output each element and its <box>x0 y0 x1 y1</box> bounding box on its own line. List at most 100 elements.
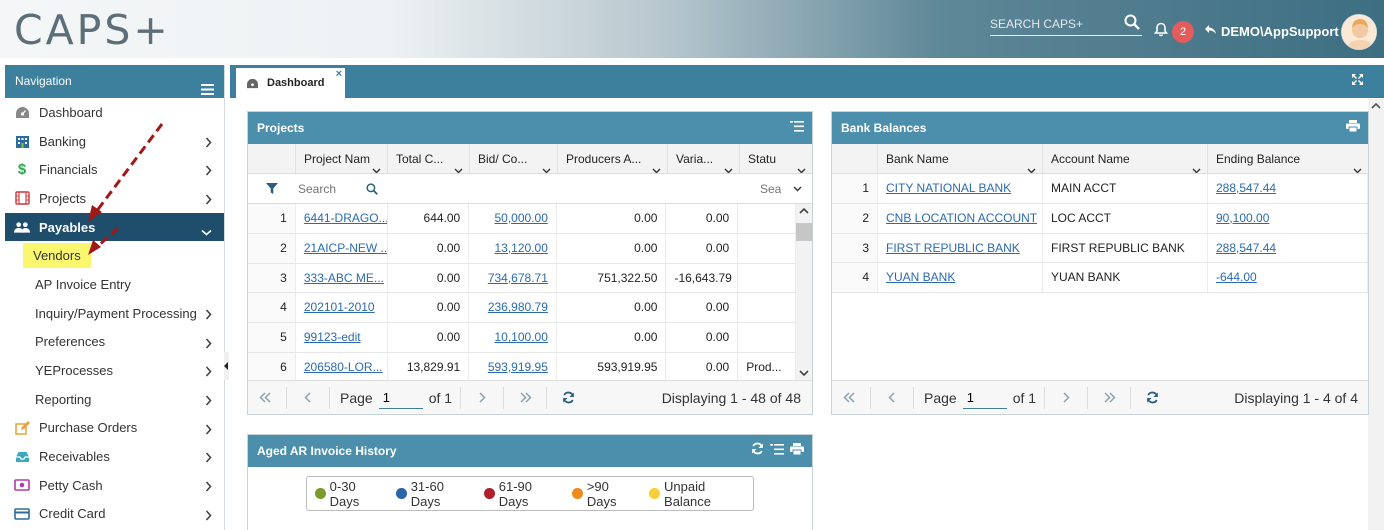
bid-link[interactable]: 10,100.00 <box>469 323 557 352</box>
ending-balance-link[interactable]: -644.00 <box>1208 263 1368 293</box>
sidebar-subitem-inquiry-payment[interactable]: Inquiry/Payment Processing <box>5 299 224 328</box>
refresh-icon[interactable] <box>551 391 585 404</box>
table-row[interactable]: 6 206580-LOR... 13,829.91 593,919.95 593,919… <box>248 352 796 380</box>
sidebar-item-petty-cash[interactable]: Petty Cash <box>5 471 224 500</box>
grid-scrollbar[interactable] <box>796 204 812 380</box>
ending-balance-link[interactable]: 288,547.44 <box>1208 174 1368 203</box>
column-header[interactable]: Bid/ Co... <box>470 144 558 173</box>
refresh-icon[interactable] <box>1135 391 1169 404</box>
column-header[interactable]: Ending Balance <box>1208 144 1368 173</box>
project-link[interactable]: 99123-edit <box>296 323 388 352</box>
sidebar-collapse-handle[interactable] <box>224 352 229 380</box>
table-row[interactable]: 4 YUAN BANK YUAN BANK -644.00 <box>832 263 1368 294</box>
bank-name-link[interactable]: CITY NATIONAL BANK <box>878 174 1043 203</box>
ending-balance-link[interactable]: 90,100.00 <box>1208 203 1368 233</box>
project-link[interactable]: 6441-DRAGO... <box>296 204 388 233</box>
print-icon[interactable] <box>1346 112 1360 144</box>
table-row[interactable]: 1 6441-DRAGO... 644.00 50,000.00 0.00 0.00 <box>248 204 796 234</box>
table-row[interactable]: 3 FIRST REPUBLIC BANK FIRST REPUBLIC BANK 2… <box>832 233 1368 264</box>
table-row[interactable]: 3 333-ABC ME... 0.00 734,678.71 751,322.50 -1… <box>248 263 796 294</box>
account-name-cell: YUAN BANK <box>1043 263 1208 293</box>
sidebar-subitem-yeprocesses[interactable]: YEProcesses <box>5 356 224 385</box>
notification-badge[interactable]: 2 <box>1172 21 1194 43</box>
table-row[interactable]: 4 202101-2010 0.00 236,980.79 0.00 0.00 <box>248 293 796 324</box>
legend-swatch <box>315 488 326 499</box>
list-settings-icon[interactable] <box>790 112 804 144</box>
bank-name-link[interactable]: FIRST REPUBLIC BANK <box>878 233 1043 263</box>
sidebar-item-receivables[interactable]: Receivables <box>5 442 224 471</box>
page-input[interactable] <box>378 386 423 409</box>
bank-pager: Page of 1 Displaying 1 - 4 of 4 <box>832 380 1368 414</box>
list-settings-icon[interactable] <box>770 435 784 467</box>
last-page-icon[interactable] <box>508 392 542 403</box>
table-row[interactable]: 2 CNB LOCATION ACCOUNT LOC ACCT 90,100.00 <box>832 203 1368 234</box>
credit-card-icon <box>14 506 30 522</box>
search-icon[interactable] <box>366 182 378 195</box>
column-header[interactable]: Project Nam <box>296 144 388 173</box>
project-link[interactable]: 333-ABC ME... <box>296 263 388 293</box>
row-number: 3 <box>248 263 296 293</box>
legend-item[interactable]: Unpaid Balance <box>649 479 753 509</box>
last-page-icon[interactable] <box>1092 392 1126 403</box>
first-page-icon[interactable] <box>248 392 282 403</box>
column-header[interactable]: Bank Name <box>878 144 1043 173</box>
ending-balance-link[interactable]: 288,547.44 <box>1208 233 1368 263</box>
column-header[interactable]: Total C... <box>388 144 470 173</box>
bid-link[interactable]: 593,919.95 <box>469 352 557 380</box>
column-header[interactable]: Account Name <box>1043 144 1208 173</box>
column-header[interactable]: Producers A... <box>558 144 668 173</box>
prev-page-icon[interactable] <box>875 392 909 403</box>
project-search-input[interactable] <box>296 181 366 196</box>
refresh-icon[interactable] <box>751 435 764 467</box>
tab-dashboard[interactable]: Dashboard × <box>236 68 345 98</box>
table-row[interactable]: 5 99123-edit 0.00 10,100.00 0.00 0.00 <box>248 323 796 353</box>
print-icon[interactable] <box>790 435 804 467</box>
user-menu[interactable]: DEMO\AppSupport <box>1204 24 1339 39</box>
page-scrollbar[interactable] <box>1368 98 1384 530</box>
search-icon[interactable] <box>1124 14 1140 33</box>
column-header[interactable]: Statu <box>740 144 812 173</box>
sidebar-subitem-reporting[interactable]: Reporting <box>5 385 224 414</box>
project-link[interactable]: 21AICP-NEW ... <box>296 233 388 263</box>
bid-link[interactable]: 13,120.00 <box>469 233 557 263</box>
bid-link[interactable]: 734,678.71 <box>469 263 557 293</box>
page-input[interactable] <box>962 386 1007 409</box>
next-page-icon[interactable] <box>465 392 499 403</box>
chevron-down-icon[interactable] <box>782 186 812 192</box>
next-page-icon[interactable] <box>1049 392 1083 403</box>
legend-item[interactable]: 31-60 Days <box>396 479 475 509</box>
sidebar-subitem-ap-invoice-entry[interactable]: AP Invoice Entry <box>5 270 224 299</box>
prev-page-icon[interactable] <box>291 392 325 403</box>
table-row[interactable]: 2 21AICP-NEW ... 0.00 13,120.00 0.00 0.00 <box>248 233 796 264</box>
table-row[interactable]: 1 CITY NATIONAL BANK MAIN ACCT 288,547.44 <box>832 174 1368 204</box>
chevron-right-icon <box>205 509 212 524</box>
search-input[interactable] <box>990 14 1118 34</box>
panel-title: Aged AR Invoice History <box>257 444 397 458</box>
chevron-down-icon <box>372 155 381 173</box>
legend-item[interactable]: >90 Days <box>572 479 640 509</box>
legend-item[interactable]: 61-90 Days <box>484 479 563 509</box>
sidebar-item-credit-card[interactable]: Credit Card <box>5 500 224 529</box>
sidebar-subitem-preferences[interactable]: Preferences <box>5 328 224 357</box>
producers-cell: 0.00 <box>557 293 667 323</box>
project-link[interactable]: 202101-2010 <box>296 293 388 323</box>
expand-icon[interactable] <box>1351 73 1364 89</box>
project-link[interactable]: 206580-LOR... <box>296 352 388 380</box>
row-number: 4 <box>248 293 296 323</box>
filter-icon[interactable] <box>248 183 296 194</box>
legend-label: >90 Days <box>586 478 617 509</box>
sidebar-item-purchase-orders[interactable]: Purchase Orders <box>5 414 224 443</box>
bid-link[interactable]: 236,980.79 <box>469 293 557 323</box>
bid-link[interactable]: 50,000.00 <box>469 204 557 233</box>
bell-icon[interactable] <box>1153 22 1169 40</box>
status-search-input[interactable] <box>760 181 782 196</box>
legend-item[interactable]: 0-30 Days <box>315 479 387 509</box>
bank-name-link[interactable]: YUAN BANK <box>878 263 1043 293</box>
first-page-icon[interactable] <box>832 392 866 403</box>
avatar[interactable] <box>1341 14 1377 50</box>
column-header[interactable]: Varia... <box>668 144 740 173</box>
close-icon[interactable]: × <box>336 68 342 80</box>
status-cell: Prod... <box>738 352 796 380</box>
legend-swatch <box>649 488 661 499</box>
bank-name-link[interactable]: CNB LOCATION ACCOUNT <box>878 203 1043 233</box>
